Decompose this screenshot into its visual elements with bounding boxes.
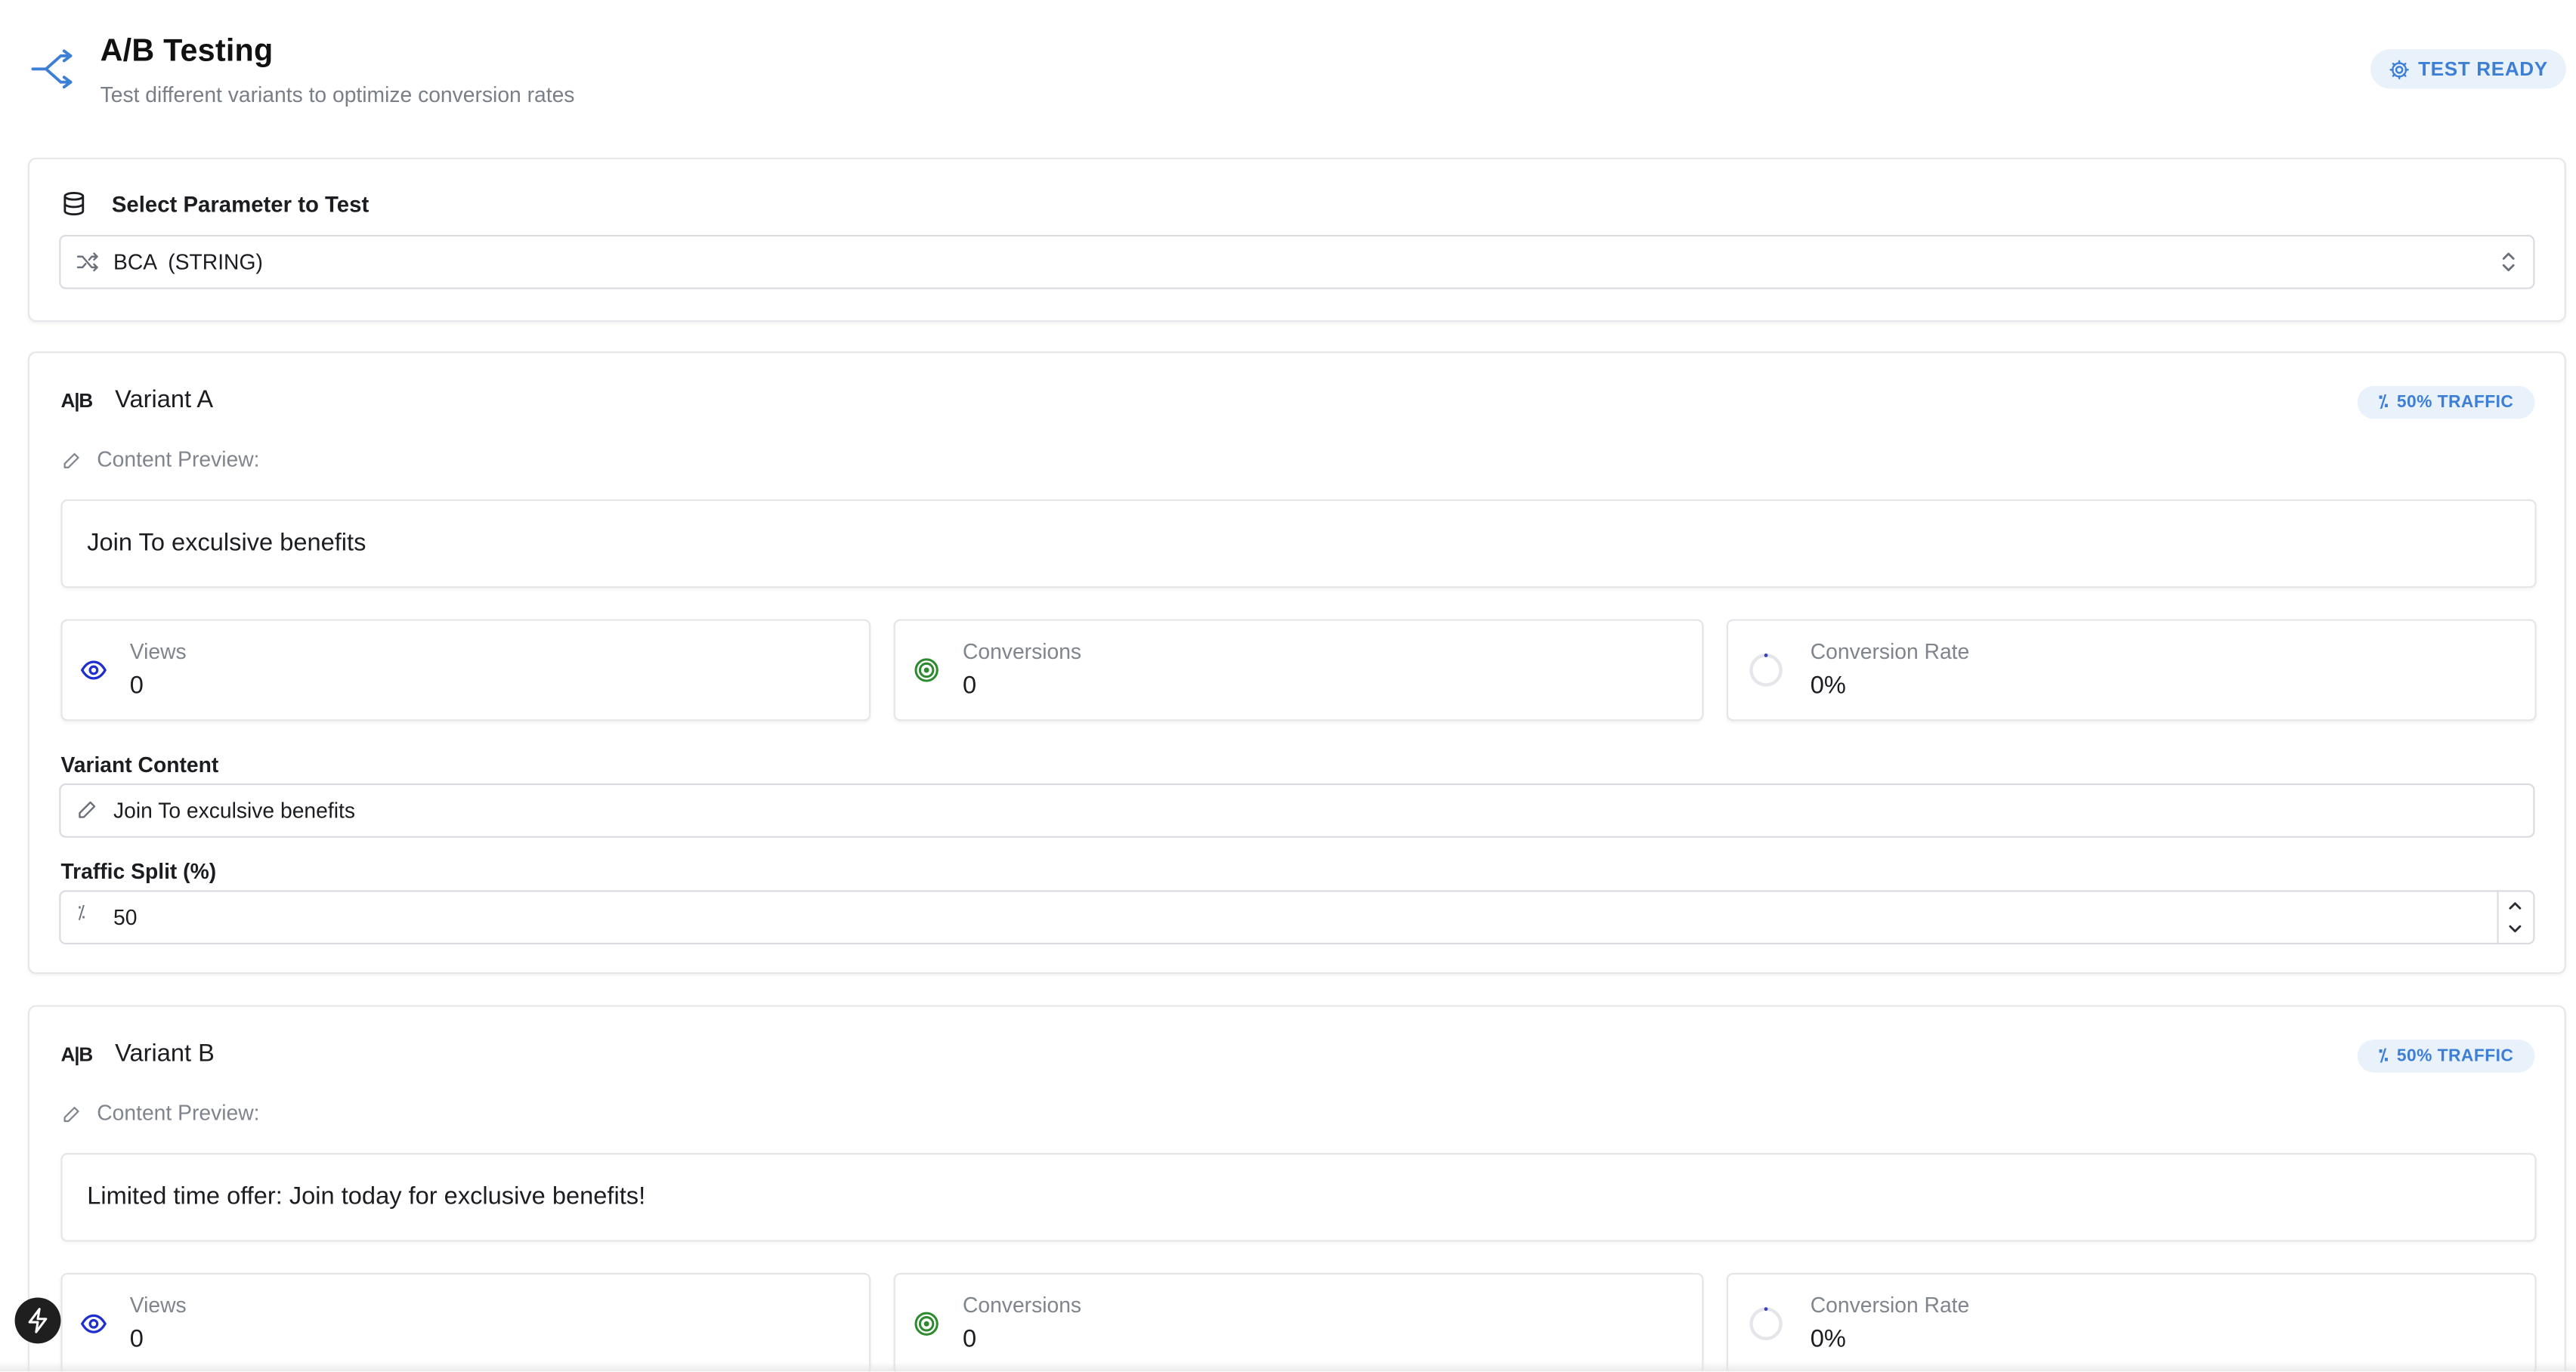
conversion-rate-stat: Conversion Rate 0% — [1726, 1272, 2537, 1372]
gear-icon — [2389, 59, 2409, 79]
ab-testing-page: A/B Testing Test different variants to o… — [0, 0, 2576, 1372]
variant-a-card: A|B Variant A ⁒ 50% TRAFFIC Content Prev… — [27, 351, 2566, 975]
content-preview-text: Limited time offer: Join today for exclu… — [87, 1182, 646, 1211]
pencil-icon — [79, 801, 96, 818]
conversions-stat: Conversions 0 — [893, 619, 1704, 722]
pencil-icon — [63, 453, 79, 468]
conversion-rate-label: Conversion Rate — [1810, 1292, 1970, 1318]
views-stat: Views 0 — [60, 619, 871, 722]
variant-content-label: Variant Content — [60, 752, 219, 777]
conversions-label: Conversions — [962, 638, 1082, 664]
traffic-split-label: Traffic Split (%) — [60, 859, 217, 884]
status-badge: TEST READY — [2370, 49, 2566, 89]
traffic-badge: ⁒ 50% TRAFFIC — [2357, 1040, 2535, 1073]
page-title: A/B Testing — [100, 34, 274, 70]
variant-title: Variant B — [115, 1040, 215, 1068]
variant-content-input[interactable]: Join To exculsive benefits — [59, 783, 2535, 838]
content-preview-box: Limited time offer: Join today for exclu… — [60, 1153, 2537, 1242]
variant-title: Variant A — [115, 385, 214, 414]
views-label: Views — [129, 638, 187, 664]
views-label: Views — [129, 1292, 187, 1318]
ab-icon: A|B — [60, 389, 93, 413]
progress-ring-icon — [1749, 654, 1783, 687]
percent-icon: ⁒ — [2378, 1046, 2389, 1066]
content-preview-label: Content Preview: — [97, 1100, 260, 1126]
eye-icon — [80, 1314, 107, 1333]
percent-icon: ⁒ — [77, 903, 85, 923]
page-subtitle: Test different variants to optimize conv… — [100, 82, 575, 107]
ab-icon: A|B — [60, 1043, 93, 1066]
chevron-up-down-icon — [2502, 252, 2515, 272]
traffic-badge-label: 50% TRAFFIC — [2396, 1046, 2514, 1066]
shuffle-icon — [76, 252, 98, 272]
pencil-icon — [63, 1106, 79, 1123]
chevron-up-icon[interactable] — [2505, 897, 2525, 913]
content-preview-label: Content Preview: — [97, 447, 260, 471]
target-icon — [914, 658, 939, 682]
content-preview-text: Join To exculsive benefits — [87, 529, 366, 557]
percent-icon: ⁒ — [2378, 392, 2389, 413]
chevron-down-icon[interactable] — [2505, 922, 2525, 938]
target-icon — [914, 1312, 939, 1336]
database-icon — [63, 192, 85, 216]
floating-action-button[interactable] — [14, 1297, 61, 1344]
parameter-label: Select Parameter to Test — [111, 192, 370, 217]
views-stat: Views 0 — [60, 1272, 871, 1372]
parameter-select[interactable]: BCA (STRING) — [59, 234, 2535, 289]
traffic-split-input[interactable]: ⁒ 50 — [59, 890, 2535, 945]
conversion-rate-label: Conversion Rate — [1810, 638, 1970, 664]
views-value: 0 — [129, 1325, 144, 1354]
variant-content-value: Join To exculsive benefits — [113, 798, 355, 824]
split-arrows-icon — [31, 49, 73, 89]
conversions-value: 0 — [962, 1325, 977, 1354]
traffic-badge-label: 50% TRAFFIC — [2396, 392, 2514, 413]
parameter-select-value: BCA (STRING) — [113, 249, 263, 275]
lightning-icon — [28, 1308, 48, 1333]
traffic-badge: ⁒ 50% TRAFFIC — [2357, 385, 2535, 419]
views-value: 0 — [129, 672, 144, 700]
conversion-rate-value: 0% — [1810, 1325, 1846, 1354]
traffic-split-value: 50 — [113, 904, 138, 930]
conversion-rate-value: 0% — [1810, 672, 1846, 700]
conversions-value: 0 — [962, 672, 977, 700]
conversions-label: Conversions — [962, 1292, 1082, 1318]
scroll-fade — [0, 1361, 2576, 1372]
conversions-stat: Conversions 0 — [893, 1272, 1704, 1372]
parameter-card: Select Parameter to Test BCA (STRING) — [27, 157, 2566, 323]
conversion-rate-stat: Conversion Rate 0% — [1726, 619, 2537, 722]
content-preview-box: Join To exculsive benefits — [60, 499, 2537, 589]
progress-ring-icon — [1749, 1307, 1783, 1340]
variant-b-card: A|B Variant B ⁒ 50% TRAFFIC Content Prev… — [27, 1005, 2566, 1372]
number-stepper[interactable] — [2497, 891, 2533, 943]
status-badge-label: TEST READY — [2418, 57, 2548, 81]
eye-icon — [80, 660, 107, 680]
